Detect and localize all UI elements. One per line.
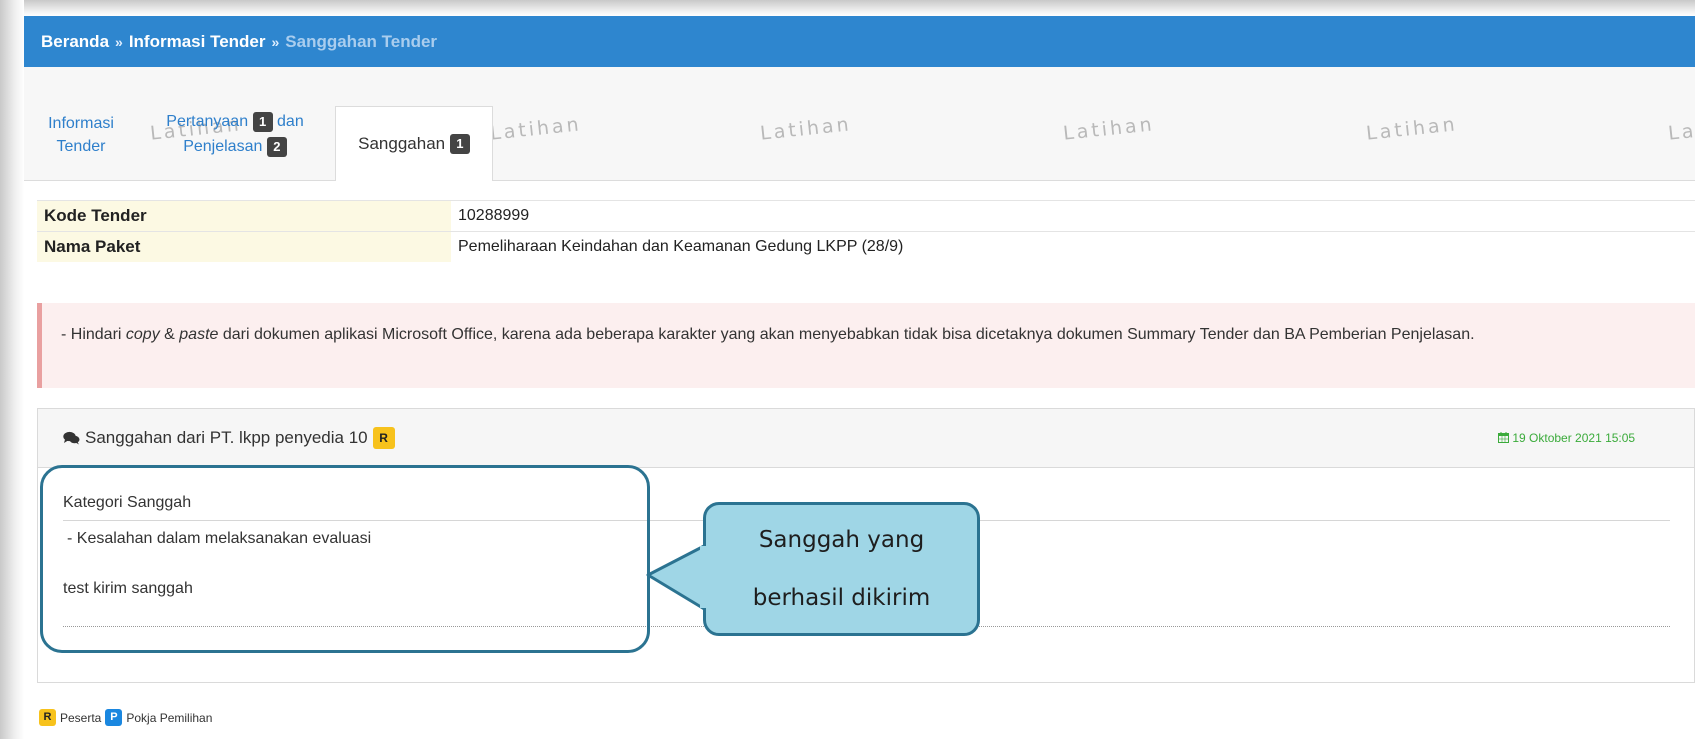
breadcrumb-separator: »	[271, 33, 280, 50]
tab-label: Tender	[56, 138, 106, 155]
answer-count-badge: 2	[266, 136, 287, 157]
callout-box: Sanggah yang berhasil dikirim	[703, 502, 980, 636]
info-label: Nama Paket	[37, 232, 451, 262]
comments-icon	[63, 431, 80, 445]
alert-text: dari dokumen aplikasi Microsoft Office, …	[218, 326, 1475, 343]
frame-shadow-top	[0, 0, 1695, 16]
highlight-box	[40, 465, 650, 653]
breadcrumb: Beranda » Informasi Tender » Sanggahan T…	[24, 16, 1695, 67]
frame-shadow-left	[0, 0, 24, 739]
panel-title-text: Sanggahan dari PT. lkpp penyedia 10	[85, 428, 368, 447]
callout-text: berhasil dikirim	[752, 585, 931, 611]
tab-pertanyaan-penjelasan[interactable]: Pertanyaan 1 dan Penjelasan 2	[150, 110, 320, 158]
panel-title: Sanggahan dari PT. lkpp penyedia 10 R	[63, 427, 395, 449]
sanggahan-count-badge: 1	[449, 134, 470, 154]
alert-text: - Hindari	[61, 326, 126, 343]
legend-badge-pokja: P	[105, 709, 123, 726]
callout-text: Sanggah yang	[758, 527, 925, 553]
alert-text: &	[159, 326, 180, 343]
info-row-kode-tender: Kode Tender 10288999	[37, 200, 1695, 231]
tab-label: Sanggahan	[358, 134, 446, 153]
legend-badge-peserta: R	[39, 709, 56, 726]
legend-label: Peserta	[60, 710, 102, 725]
info-value: 10288999	[451, 201, 1695, 231]
tab-sanggahan[interactable]: Sanggahan 1	[335, 106, 493, 181]
breadcrumb-current: Sanggahan Tender	[285, 31, 438, 51]
alert-text-italic: copy	[125, 326, 160, 343]
breadcrumb-informasi-tender[interactable]: Informasi Tender	[129, 32, 266, 52]
role-badge: R	[372, 427, 395, 449]
panel-date: 19 Oktober 2021 15:05	[1498, 431, 1635, 445]
tab-divider	[24, 180, 1695, 181]
question-count-badge: 1	[252, 111, 273, 132]
calendar-icon	[1498, 432, 1509, 443]
breadcrumb-beranda[interactable]: Beranda	[41, 32, 109, 52]
legend: R Peserta P Pokja Pemilihan	[39, 709, 212, 726]
legend-label: Pokja Pemilihan	[126, 710, 213, 725]
alert-text-italic: paste	[179, 326, 219, 343]
tab-label: Pertanyaan	[166, 113, 249, 130]
info-row-nama-paket: Nama Paket Pemeliharaan Keindahan dan Ke…	[37, 231, 1695, 262]
tab-label: Penjelasan	[183, 138, 263, 155]
tab-label: dan	[277, 113, 304, 130]
warning-alert: - Hindari copy & paste dari dokumen apli…	[37, 303, 1695, 388]
date-text: 19 Oktober 2021 15:05	[1512, 431, 1636, 445]
callout-tail-mask	[700, 546, 712, 608]
panel-header: Sanggahan dari PT. lkpp penyedia 10 R 19…	[38, 409, 1694, 468]
breadcrumb-separator: »	[115, 33, 123, 50]
tab-informasi-tender[interactable]: Informasi Tender	[40, 112, 122, 158]
info-label: Kode Tender	[37, 201, 451, 231]
tab-label: Informasi	[48, 115, 114, 132]
info-value: Pemeliharaan Keindahan dan Keamanan Gedu…	[451, 232, 1695, 262]
